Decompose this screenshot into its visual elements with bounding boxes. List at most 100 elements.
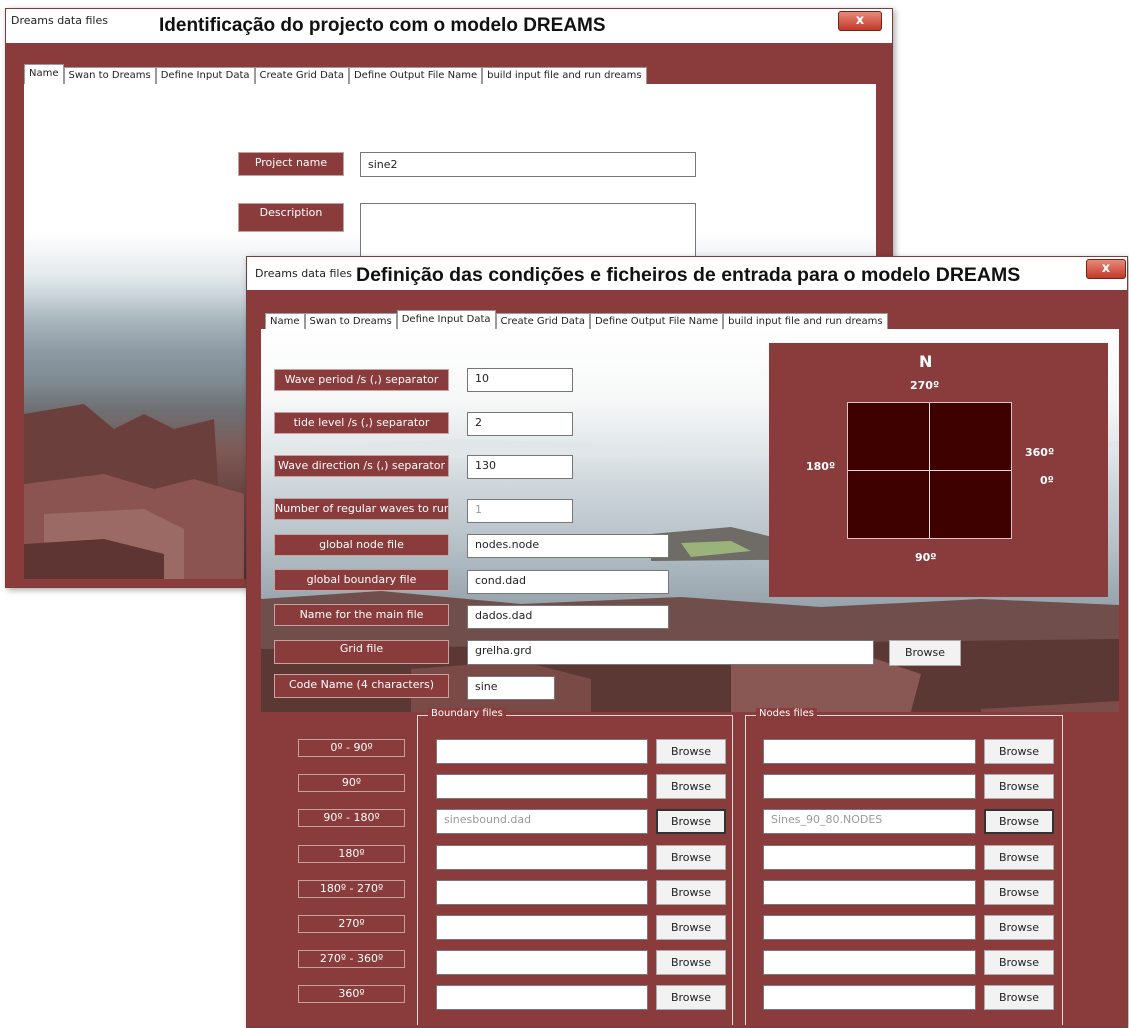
nodes-browse-button[interactable]: Browse <box>984 844 1054 870</box>
boundary-browse-button[interactable]: Browse <box>656 844 726 870</box>
tide-level-input[interactable]: 2 <box>467 412 573 436</box>
window-title: Identificação do projecto com o modelo D… <box>159 15 606 36</box>
main-file-input[interactable]: dados.dad <box>467 605 669 629</box>
close-button[interactable]: x <box>1086 259 1126 279</box>
tab-create-grid-data[interactable]: Create Grid Data <box>495 313 590 330</box>
tab-panel: Wave period /s (,) separator 10 tide lev… <box>261 329 1119 1025</box>
tab-define-input-data[interactable]: Define Input Data <box>155 67 255 84</box>
boundary-file-input[interactable]: sinesbound.dad <box>436 809 648 835</box>
tab-bar: Name Swan to Dreams Define Input Data Cr… <box>24 64 647 84</box>
window-title: Definição das condições e ficheiros de e… <box>356 264 1021 286</box>
boundary-file-input[interactable] <box>436 774 648 800</box>
tab-swan-to-dreams[interactable]: Swan to Dreams <box>304 313 397 330</box>
title-bar: Dreams data files Identificação do proje… <box>6 9 892 43</box>
nodes-files-legend: Nodes files <box>756 708 817 719</box>
nodes-browse-button[interactable]: Browse <box>984 879 1054 905</box>
tab-name[interactable]: Name <box>265 313 305 330</box>
grid-file-input[interactable]: grelha.grd <box>467 640 874 665</box>
boundary-browse-button[interactable]: Browse <box>656 915 726 940</box>
direction-range-label: 180º - 270º <box>298 879 405 898</box>
wave-period-label: Wave period /s (,) separator <box>274 369 449 391</box>
boundary-file-input[interactable] <box>436 844 648 870</box>
global-boundary-input[interactable]: cond.dad <box>467 570 669 594</box>
global-node-label: global node file <box>274 534 449 556</box>
direction-range-label: 270º <box>298 915 405 933</box>
tab-create-grid-data[interactable]: Create Grid Data <box>254 67 349 84</box>
compass-right-upper-label: 360º <box>1025 446 1055 459</box>
nodes-browse-button[interactable]: Browse <box>984 950 1054 976</box>
nodes-file-input[interactable] <box>763 844 976 870</box>
wave-period-input[interactable]: 10 <box>467 368 573 392</box>
boundary-file-input[interactable] <box>436 915 648 940</box>
compass-bottom-label: 90º <box>915 551 937 564</box>
boundary-browse-button[interactable]: Browse <box>656 774 726 800</box>
tide-level-label: tide level /s (,) separator <box>274 412 449 434</box>
nodes-browse-button[interactable]: Browse <box>984 985 1054 1011</box>
compass-panel: N 270º 180º 360º 0º 90º <box>769 343 1108 597</box>
boundary-files-group: Boundary files Browse Browse sinesbound.da… <box>417 708 733 1025</box>
global-boundary-label: global boundary file <box>274 569 449 591</box>
close-icon: x <box>855 13 865 28</box>
direction-range-label: 270º - 360º <box>298 950 405 969</box>
grid-file-browse-button[interactable]: Browse <box>889 640 961 666</box>
tab-define-input-data[interactable]: Define Input Data <box>396 310 496 330</box>
direction-range-label: 90º - 180º <box>298 809 405 828</box>
compass-north: N <box>919 352 933 371</box>
project-name-input[interactable]: sine2 <box>360 152 696 177</box>
close-icon: x <box>1101 261 1111 276</box>
tab-build-input-file[interactable]: build input file and run dreams <box>482 67 647 84</box>
close-button[interactable]: x <box>838 11 882 31</box>
description-label: Description <box>238 203 344 232</box>
nodes-file-input[interactable] <box>763 879 976 905</box>
nodes-file-input[interactable] <box>763 915 976 940</box>
direction-range-label: 90º <box>298 774 405 793</box>
app-name: Dreams data files <box>11 14 108 27</box>
compass-left-label: 180º <box>806 460 836 473</box>
input-data-window: Dreams data files Definição das condiçõe… <box>246 256 1128 1028</box>
wave-direction-label: Wave direction /s (,) separator <box>274 455 449 477</box>
nodes-browse-button[interactable]: Browse <box>984 739 1054 764</box>
direction-range-label: 360º <box>298 985 405 1004</box>
nodes-file-input[interactable] <box>763 739 976 764</box>
boundary-file-input[interactable] <box>436 739 648 764</box>
boundary-browse-button[interactable]: Browse <box>656 985 726 1011</box>
boundary-browse-button[interactable]: Browse <box>656 879 726 905</box>
wave-direction-input[interactable]: 130 <box>467 455 573 479</box>
nodes-file-input[interactable] <box>763 985 976 1011</box>
compass-right-lower-label: 0º <box>1040 474 1054 487</box>
boundary-file-input[interactable] <box>436 879 648 905</box>
main-file-label: Name for the main file <box>274 604 449 626</box>
nodes-browse-button[interactable]: Browse <box>984 774 1054 800</box>
boundary-browse-button[interactable]: Browse <box>656 739 726 764</box>
title-bar: Dreams data files Definição das condiçõe… <box>247 257 1127 290</box>
direction-range-label: 180º <box>298 844 405 863</box>
tab-define-output-file-name[interactable]: Define Output File Name <box>348 67 483 84</box>
regular-waves-label: Number of regular waves to run <box>274 498 449 520</box>
nodes-file-input[interactable]: Sines_90_80.NODES <box>763 809 976 835</box>
tab-swan-to-dreams[interactable]: Swan to Dreams <box>63 67 156 84</box>
boundary-files-legend: Boundary files <box>428 708 506 719</box>
app-name: Dreams data files <box>255 267 352 280</box>
compass-square <box>847 402 1012 539</box>
project-name-label: Project name <box>238 152 344 176</box>
nodes-browse-button[interactable]: Browse <box>984 809 1054 835</box>
tab-bar: Name Swan to Dreams Define Input Data Cr… <box>265 310 888 330</box>
tab-name[interactable]: Name <box>24 64 64 84</box>
boundary-browse-button[interactable]: Browse <box>656 950 726 976</box>
tab-define-output-file-name[interactable]: Define Output File Name <box>589 313 724 330</box>
nodes-file-input[interactable] <box>763 774 976 800</box>
global-node-input[interactable]: nodes.node <box>467 534 669 558</box>
compass-top-label: 270º <box>910 379 940 392</box>
nodes-file-input[interactable] <box>763 950 976 976</box>
compass-horizontal-line <box>848 470 1011 471</box>
tab-build-input-file[interactable]: build input file and run dreams <box>723 313 888 330</box>
boundary-file-input[interactable] <box>436 985 648 1011</box>
boundary-browse-button[interactable]: Browse <box>656 809 726 835</box>
code-name-input[interactable]: sine <box>467 676 555 700</box>
grid-file-label: Grid file <box>274 640 449 664</box>
regular-waves-input: 1 <box>467 499 573 523</box>
code-name-label: Code Name (4 characters) <box>274 674 449 698</box>
nodes-browse-button[interactable]: Browse <box>984 915 1054 940</box>
boundary-file-input[interactable] <box>436 950 648 976</box>
nodes-files-group: Nodes files Browse Browse Sines_90_80.NODE… <box>745 708 1063 1025</box>
